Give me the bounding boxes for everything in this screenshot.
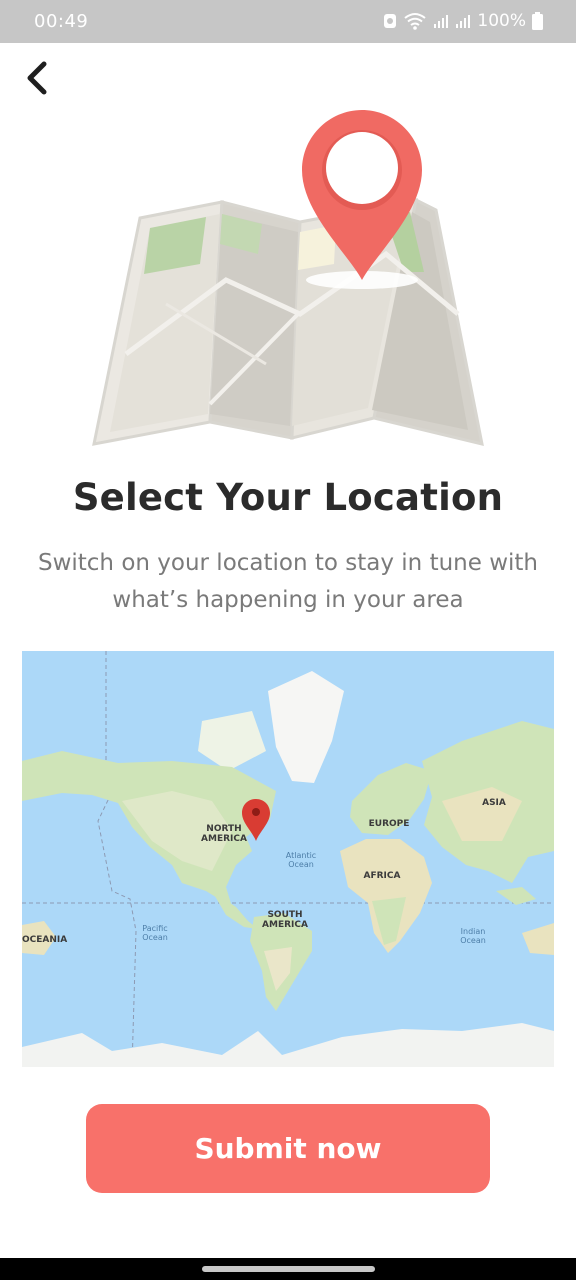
signal-icon — [434, 15, 449, 28]
battery-icon — [532, 12, 543, 30]
label-atlantic-ocean: Atlantic Ocean — [285, 851, 317, 869]
page-subtitle: Switch on your location to stay in tune … — [37, 550, 539, 613]
label-asia: ASIA — [482, 798, 506, 808]
label-north-america: NORTH AMERICA — [201, 824, 247, 844]
label-europe: EUROPE — [368, 819, 410, 829]
folded-map-illustration — [92, 110, 484, 447]
notification-icon — [384, 14, 397, 28]
label-south-america: SOUTH AMERICA — [262, 910, 308, 930]
label-africa: AFRICA — [363, 871, 401, 881]
back-button[interactable] — [18, 58, 58, 98]
system-nav-bar — [0, 1258, 576, 1280]
status-time: 00:49 — [34, 11, 89, 32]
status-icons: 100% — [383, 11, 543, 31]
hero-illustration — [86, 104, 490, 454]
status-bar: 00:49 100% — [0, 0, 576, 43]
world-map[interactable]: NORTH AMERICA SOUTH AMERICA EUROPE AFRIC… — [22, 651, 554, 1067]
home-indicator[interactable] — [202, 1266, 375, 1272]
label-pacific-ocean: Pacific Ocean — [142, 924, 168, 942]
battery-percent: 100% — [477, 11, 526, 31]
label-indian-ocean: Indian Ocean — [460, 927, 486, 945]
chevron-left-icon — [27, 61, 47, 95]
page-title: Select Your Location — [72, 476, 504, 519]
signal-icon — [456, 15, 471, 28]
wifi-icon — [404, 13, 427, 30]
label-oceania: OCEANIA — [22, 935, 68, 945]
submit-button[interactable]: Submit now — [86, 1104, 490, 1193]
